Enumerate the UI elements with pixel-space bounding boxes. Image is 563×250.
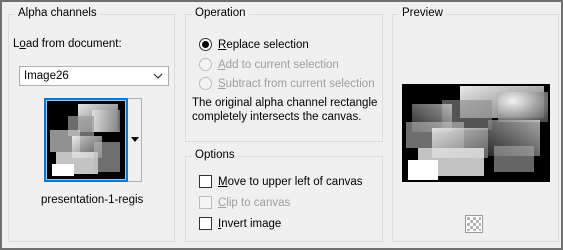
invert-image-checkbox[interactable]: Invert image [199, 217, 281, 230]
subtract-from-selection-label: Subtract from current selection [218, 77, 375, 90]
invert-image-label: Invert image [218, 217, 282, 230]
checkbox-icon [199, 196, 212, 209]
preview-image [402, 84, 550, 182]
load-alpha-channel-dialog: Alpha channels Load from document: Image… [0, 0, 563, 250]
checkbox-icon [199, 217, 212, 230]
radio-icon [199, 38, 212, 51]
operation-description: The original alpha channel rectangle com… [192, 97, 378, 123]
move-to-upper-left-label: Move to upper left of canvas [218, 175, 363, 188]
subtract-from-selection-radio[interactable]: Subtract from current selection [199, 77, 375, 90]
replace-selection-radio[interactable]: Replace selection [199, 38, 309, 51]
channel-name: presentation-1-regis [41, 194, 144, 206]
caret-down-icon [131, 137, 139, 142]
move-to-upper-left-checkbox[interactable]: Move to upper left of canvas [199, 175, 362, 188]
document-select[interactable]: Image26 [19, 66, 169, 86]
radio-icon [199, 58, 212, 71]
load-from-document-label: Load from document: [13, 38, 122, 50]
add-to-selection-label: Add to current selection [218, 58, 339, 71]
channel-thumbnail[interactable] [44, 98, 128, 182]
operation-title: Operation [192, 7, 249, 19]
add-to-selection-radio[interactable]: Add to current selection [199, 58, 339, 71]
channel-thumbnail-image [48, 102, 124, 178]
clip-to-canvas-checkbox[interactable]: Clip to canvas [199, 196, 290, 209]
chevron-down-icon [153, 73, 163, 79]
radio-icon [199, 77, 212, 90]
clip-to-canvas-label: Clip to canvas [218, 196, 291, 209]
thumbnail-dropdown-button[interactable] [128, 98, 142, 182]
transparency-checker-icon[interactable] [465, 215, 483, 233]
options-title: Options [192, 149, 238, 161]
alpha-channels-title: Alpha channels [15, 7, 100, 19]
preview-title: Preview [399, 7, 446, 19]
checkbox-icon [199, 175, 212, 188]
document-select-value: Image26 [24, 70, 69, 82]
replace-selection-label: Replace selection [218, 38, 309, 51]
